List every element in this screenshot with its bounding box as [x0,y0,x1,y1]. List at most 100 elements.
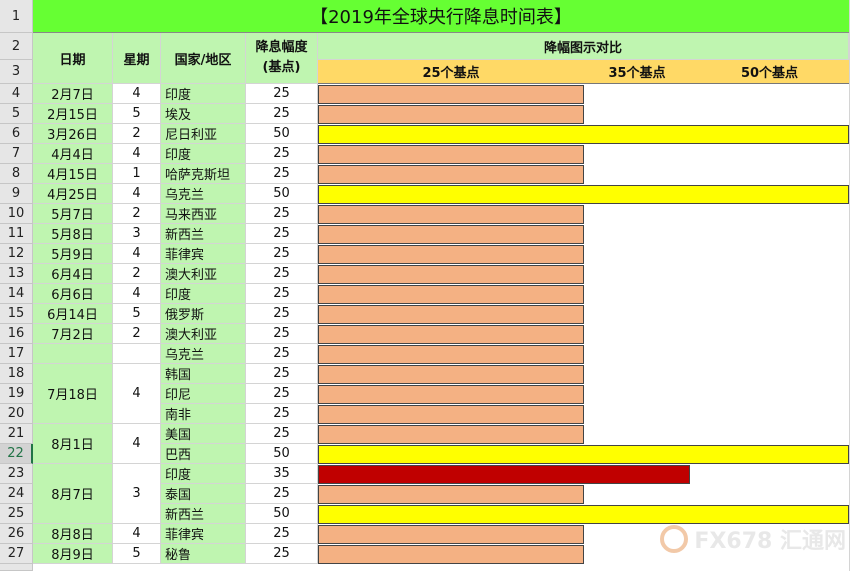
row-header[interactable]: 16 [0,324,33,344]
row-header[interactable]: 1 [0,0,33,33]
row-header[interactable]: 19 [0,384,33,404]
date-cell[interactable]: 8月9日 [33,544,113,564]
country-cell[interactable]: 秘鲁 [161,544,246,564]
bps-cell[interactable]: 25 [246,164,318,184]
bps-cell[interactable]: 25 [246,204,318,224]
country-cell[interactable]: 菲律宾 [161,524,246,544]
weekday-cell[interactable]: 5 [113,304,161,324]
date-cell[interactable]: 4月15日 [33,164,113,184]
bps-cell[interactable]: 25 [246,84,318,104]
bps-cell[interactable]: 25 [246,224,318,244]
country-cell[interactable]: 澳大利亚 [161,264,246,284]
weekday-cell[interactable]: 5 [113,104,161,124]
country-cell[interactable]: 乌克兰 [161,184,246,204]
row-header[interactable]: 7 [0,144,33,164]
weekday-cell[interactable]: 4 [113,424,161,464]
date-cell[interactable]: 5月7日 [33,204,113,224]
bps-cell[interactable]: 25 [246,144,318,164]
bps-cell[interactable]: 25 [246,384,318,404]
date-cell[interactable]: 2月15日 [33,104,113,124]
weekday-cell[interactable]: 3 [113,464,161,524]
country-cell[interactable]: 韩国 [161,364,246,384]
date-cell[interactable]: 5月8日 [33,224,113,244]
country-cell[interactable]: 新西兰 [161,504,246,524]
weekday-cell[interactable]: 4 [113,244,161,264]
bps-cell[interactable]: 25 [246,264,318,284]
row-header[interactable]: 12 [0,244,33,264]
country-cell[interactable]: 尼日利亚 [161,124,246,144]
row-header[interactable]: 20 [0,404,33,424]
weekday-cell[interactable]: 2 [113,124,161,144]
weekday-cell[interactable] [113,344,161,364]
date-cell[interactable]: 8月8日 [33,524,113,544]
header-rate-cut[interactable]: 降息幅度 (基点) [246,33,318,84]
bps-cell[interactable]: 25 [246,364,318,384]
header-scale-25[interactable]: 25个基点 [318,60,584,84]
bps-cell[interactable]: 50 [246,184,318,204]
row-header[interactable]: 18 [0,364,33,384]
date-cell[interactable]: 2月7日 [33,84,113,104]
weekday-cell[interactable]: 2 [113,264,161,284]
country-cell[interactable]: 印度 [161,284,246,304]
row-header[interactable]: 3 [0,60,33,84]
country-cell[interactable]: 澳大利亚 [161,324,246,344]
bps-cell[interactable]: 25 [246,424,318,444]
date-cell[interactable]: 5月9日 [33,244,113,264]
bps-cell[interactable]: 35 [246,464,318,484]
row-header[interactable]: 10 [0,204,33,224]
row-header[interactable]: 13 [0,264,33,284]
country-cell[interactable]: 印度 [161,144,246,164]
country-cell[interactable]: 南非 [161,404,246,424]
bps-cell[interactable]: 25 [246,324,318,344]
bps-cell[interactable]: 25 [246,104,318,124]
row-header[interactable]: 21 [0,424,33,444]
bps-cell[interactable]: 25 [246,544,318,564]
date-cell[interactable]: 6月6日 [33,284,113,304]
country-cell[interactable]: 泰国 [161,484,246,504]
country-cell[interactable]: 埃及 [161,104,246,124]
weekday-cell[interactable]: 2 [113,204,161,224]
country-cell[interactable]: 哈萨克斯坦 [161,164,246,184]
country-cell[interactable]: 印度 [161,84,246,104]
weekday-cell[interactable]: 4 [113,364,161,424]
country-cell[interactable]: 乌克兰 [161,344,246,364]
header-scale-50[interactable]: 50个基点 [690,60,849,84]
row-header[interactable]: 2 [0,33,33,60]
row-header[interactable]: 17 [0,344,33,364]
row-header[interactable]: 6 [0,124,33,144]
weekday-cell[interactable]: 1 [113,164,161,184]
date-cell[interactable]: 7月2日 [33,324,113,344]
row-header[interactable]: 15 [0,304,33,324]
bps-cell[interactable]: 25 [246,524,318,544]
country-cell[interactable]: 菲律宾 [161,244,246,264]
date-cell[interactable]: 8月1日 [33,424,113,464]
date-cell[interactable]: 4月25日 [33,184,113,204]
row-header[interactable]: 27 [0,544,33,564]
country-cell[interactable]: 巴西 [161,444,246,464]
date-cell[interactable]: 4月4日 [33,144,113,164]
date-cell[interactable] [33,344,113,364]
weekday-cell[interactable]: 4 [113,144,161,164]
country-cell[interactable]: 马来西亚 [161,204,246,224]
row-header[interactable]: 14 [0,284,33,304]
bps-cell[interactable]: 25 [246,344,318,364]
country-cell[interactable]: 印尼 [161,384,246,404]
weekday-cell[interactable]: 4 [113,184,161,204]
weekday-cell[interactable]: 5 [113,544,161,564]
date-cell[interactable]: 6月4日 [33,264,113,284]
row-header[interactable]: 4 [0,84,33,104]
bps-cell[interactable]: 25 [246,244,318,264]
date-cell[interactable]: 3月26日 [33,124,113,144]
date-cell[interactable]: 8月7日 [33,464,113,524]
weekday-cell[interactable]: 4 [113,524,161,544]
country-cell[interactable]: 美国 [161,424,246,444]
date-cell[interactable]: 6月14日 [33,304,113,324]
row-header[interactable]: 25 [0,504,33,524]
title-cell[interactable]: 【2019年全球央行降息时间表】 [33,0,849,33]
bps-cell[interactable]: 50 [246,444,318,464]
weekday-cell[interactable]: 2 [113,324,161,344]
bps-cell[interactable]: 25 [246,284,318,304]
row-header[interactable]: 9 [0,184,33,204]
weekday-cell[interactable]: 4 [113,284,161,304]
row-header[interactable]: 8 [0,164,33,184]
